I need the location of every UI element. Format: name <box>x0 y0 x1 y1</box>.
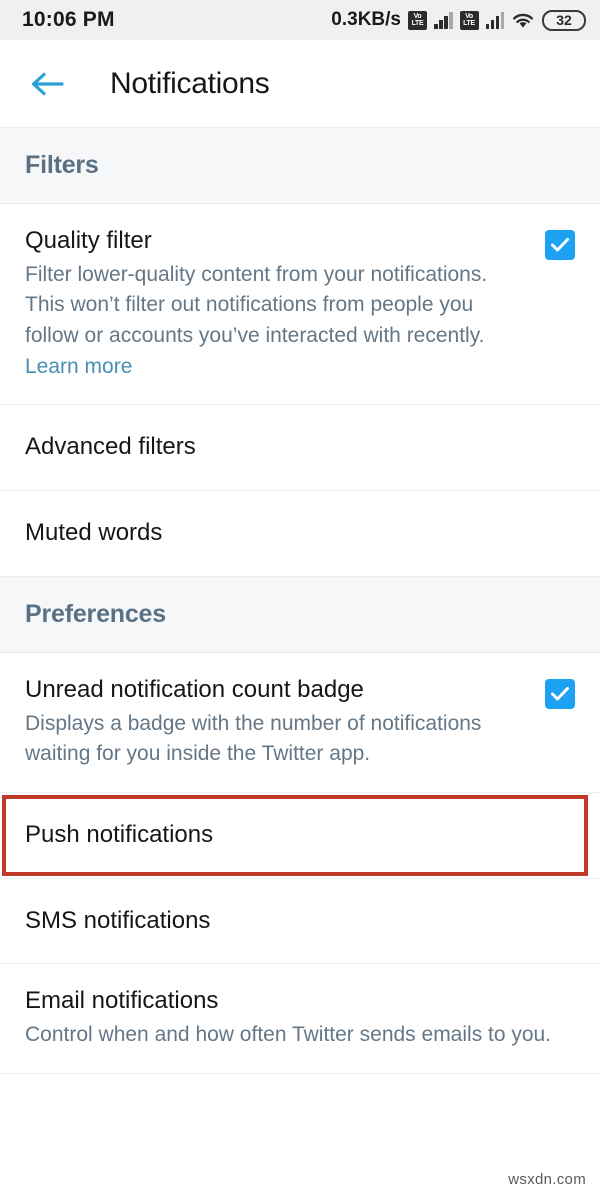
setting-title-quality-filter: Quality filter <box>25 227 152 254</box>
status-time: 10:06 PM <box>22 8 115 31</box>
setting-row-sms-notifications[interactable]: SMS notifications <box>0 878 600 965</box>
status-icons: 0.3KB/s Vo LTE Vo LTE 32 <box>331 9 586 31</box>
volte-top-text-2: Vo <box>465 13 473 20</box>
volte-bottom-text-2: LTE <box>463 20 475 27</box>
setting-title-email-notifications: Email notifications <box>25 987 219 1015</box>
learn-more-link[interactable]: Learn more <box>25 355 132 378</box>
wifi-icon <box>511 11 535 30</box>
setting-row-advanced-filters[interactable]: Advanced filters <box>0 405 600 492</box>
setting-desc-unread-badge: Displays a badge with the number of noti… <box>25 711 482 766</box>
setting-desc-quality-filter: Filter lower-quality content from your n… <box>25 260 527 383</box>
volte-icon-sim2: Vo LTE <box>459 10 479 30</box>
checkbox-unread-badge[interactable] <box>545 678 575 709</box>
setting-row-muted-words[interactable]: Muted words <box>0 491 600 577</box>
section-header-preferences: Preferences <box>0 576 600 653</box>
arrow-left-icon[interactable] <box>26 63 68 105</box>
section-title-preferences: Preferences <box>25 599 166 628</box>
setting-row-push-notifications[interactable]: Push notifications <box>0 792 600 879</box>
signal-bars-icon-sim1 <box>434 11 453 29</box>
setting-title-muted-words: Muted words <box>25 519 163 547</box>
setting-row-email-notifications[interactable]: Email notifications Control when and how… <box>0 964 600 1074</box>
status-bar: 10:06 PM 0.3KB/s Vo LTE Vo LTE 32 <box>0 0 600 40</box>
checkbox-quality-filter[interactable] <box>545 230 575 260</box>
setting-desc-text: Filter lower-quality content from your n… <box>25 262 488 348</box>
setting-row-unread-badge[interactable]: Unread notification count badge Displays… <box>0 652 600 793</box>
section-header-filters: Filters <box>0 128 600 204</box>
setting-title-unread-badge: Unread notification count badge <box>25 675 364 703</box>
volte-icon-sim1: Vo LTE <box>408 10 427 30</box>
setting-row-quality-filter[interactable]: Quality filter Filter lower-quality cont… <box>0 204 600 406</box>
setting-title-advanced-filters: Advanced filters <box>25 433 196 461</box>
network-speed-text: 0.3KB/s <box>331 9 401 30</box>
setting-desc-email-notifications: Control when and how often Twitter sends… <box>25 1022 552 1046</box>
phone-screen: 10:06 PM 0.3KB/s Vo LTE Vo LTE 32 Notifi… <box>0 0 600 1200</box>
setting-title-sms-notifications: SMS notifications <box>25 906 211 934</box>
setting-title-push-notifications: Push notifications <box>25 820 214 848</box>
volte-top-text: Vo <box>413 13 422 20</box>
watermark: wsxdn.com <box>508 1171 586 1188</box>
battery-level-text: 32 <box>556 12 572 28</box>
signal-bars-icon-sim2 <box>485 11 504 29</box>
volte-bottom-text: LTE <box>411 20 424 27</box>
page-title: Notifications <box>110 66 270 100</box>
app-bar: Notifications <box>0 40 600 128</box>
battery-icon: 32 <box>542 9 586 31</box>
section-title-filters: Filters <box>25 151 99 179</box>
